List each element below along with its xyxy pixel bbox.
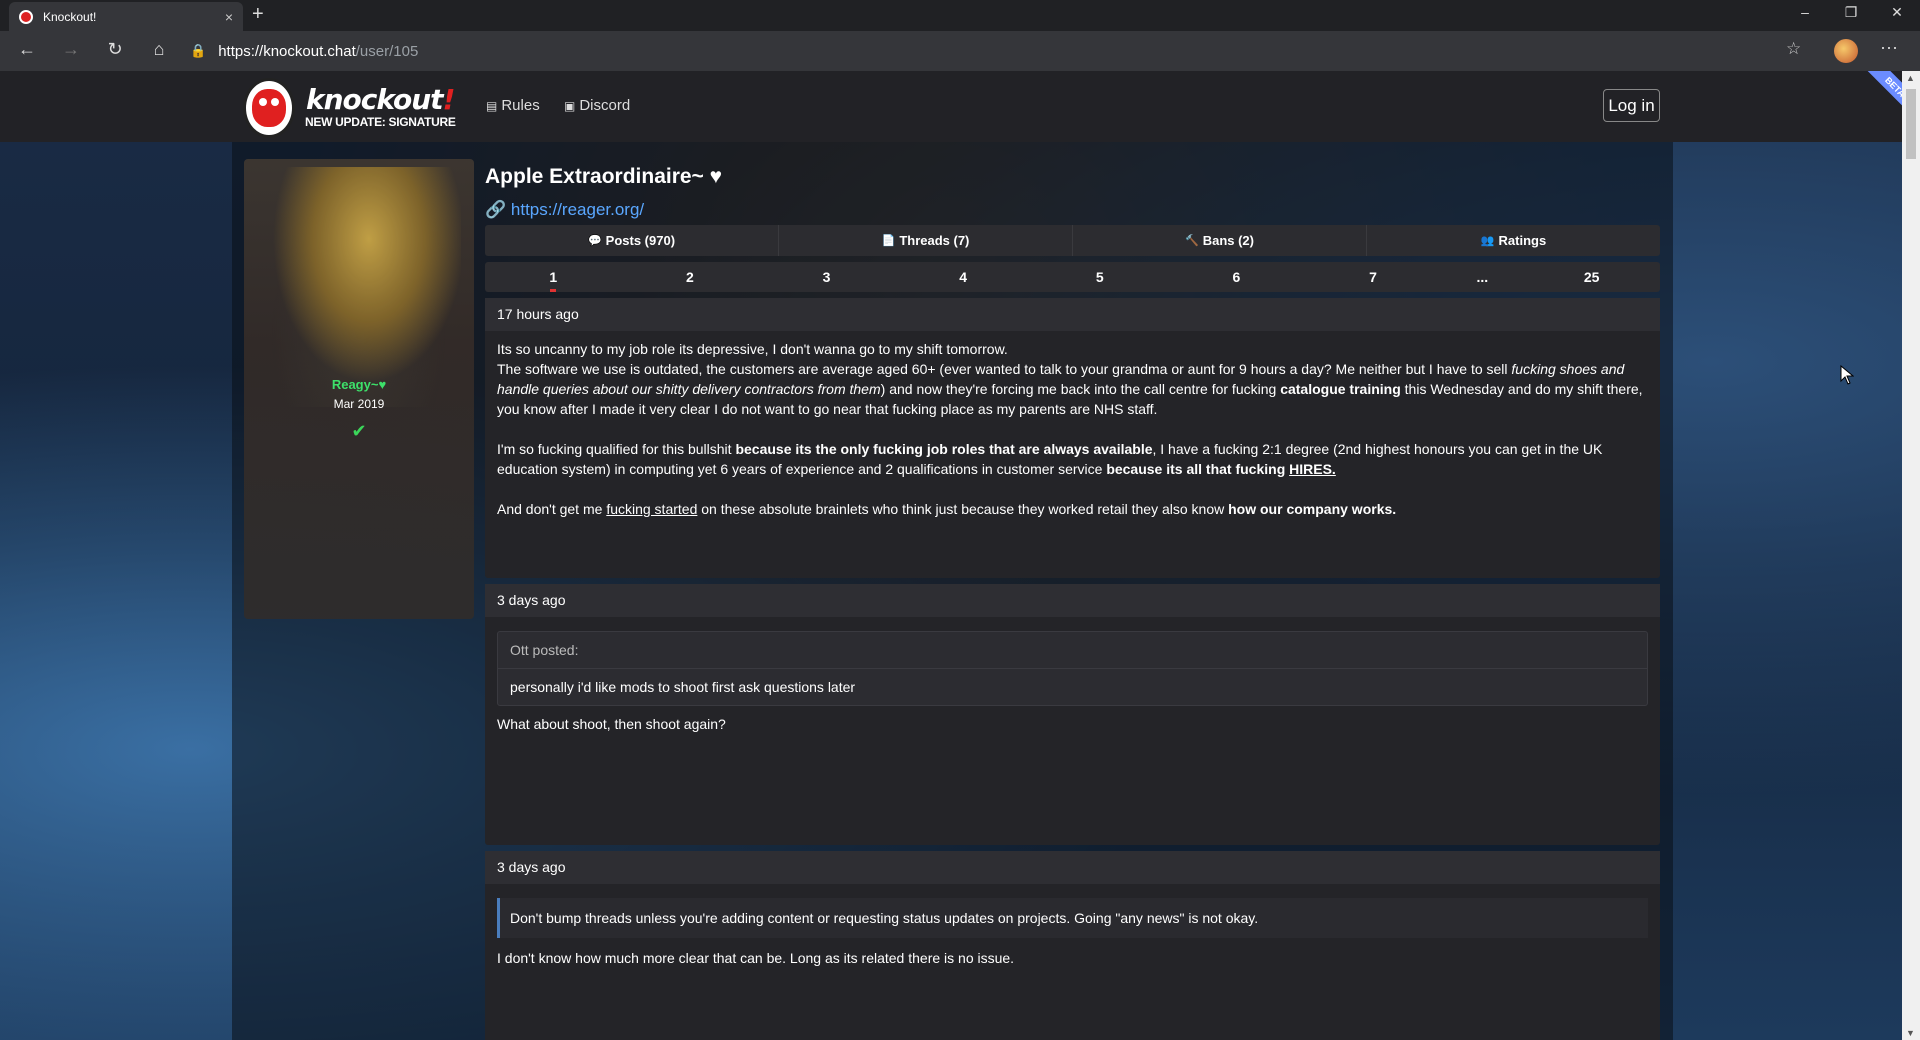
- back-button[interactable]: ←: [12, 39, 42, 60]
- profile-username: Reagy~♥: [331, 377, 387, 392]
- post-timestamp: 3 days ago: [485, 851, 1660, 884]
- close-tab-icon[interactable]: ×: [225, 9, 233, 25]
- tab-bans[interactable]: 🔨 Bans (2): [1073, 225, 1367, 256]
- lock-icon: 🔒: [190, 43, 207, 58]
- browser-toolbar: ← → ↻ ⌂ 🔒 https://knockout.chat /user/10…: [0, 31, 1920, 71]
- site-header: knockout! NEW UPDATE: SIGNATURE ▤ Rules …: [0, 71, 1902, 142]
- menu-more-icon[interactable]: ···: [1880, 37, 1898, 58]
- post: 3 days ago Don't bump threads unless you…: [485, 851, 1660, 1040]
- link-icon: 🔗: [485, 200, 507, 219]
- page-7[interactable]: 7: [1305, 262, 1442, 292]
- tab-threads[interactable]: 📄 Threads (7): [779, 225, 1073, 256]
- page-scrollbar[interactable]: ▲ ▼: [1902, 71, 1920, 1040]
- profile-main: Apple Extraordinaire~ ♥ 🔗 https://reager…: [485, 159, 1660, 1040]
- site-logo-text[interactable]: knockout!: [306, 83, 455, 116]
- profile-tabs: 💬 Posts (970) 📄 Threads (7) 🔨 Bans (2) 👥…: [485, 225, 1660, 256]
- beta-ribbon: BETA: [1861, 71, 1902, 121]
- post-text: What about shoot, then shoot again?: [497, 716, 726, 732]
- new-tab-button[interactable]: +: [252, 3, 264, 26]
- post-text: I don't know how much more clear that ca…: [497, 950, 1015, 966]
- book-icon: ▤: [486, 98, 498, 113]
- blockquote: Don't bump threads unless you're adding …: [497, 898, 1648, 938]
- scrollbar-thumb[interactable]: [1906, 89, 1916, 159]
- comment-icon: 💬: [587, 235, 602, 247]
- browser-tab[interactable]: Knockout! ×: [9, 2, 243, 31]
- url-host: https://knockout.chat: [218, 42, 356, 60]
- page-25[interactable]: 25: [1523, 262, 1660, 292]
- page-ellipsis: ...: [1476, 269, 1489, 285]
- post-timestamp: 3 days ago: [485, 584, 1660, 617]
- post-body: Don't bump threads unless you're adding …: [485, 884, 1660, 980]
- home-button[interactable]: ⌂: [144, 39, 174, 60]
- post-body: Its so uncanny to my job role its depres…: [497, 341, 1643, 517]
- post: 3 days ago Ott posted: personally i'd li…: [485, 584, 1660, 845]
- site-tagline: NEW UPDATE: SIGNATURE: [305, 115, 456, 129]
- post-link[interactable]: fucking started: [606, 501, 697, 517]
- quoted-post: Ott posted: personally i'd like mods to …: [497, 631, 1648, 706]
- tab-posts[interactable]: 💬 Posts (970): [485, 225, 779, 256]
- knockout-favicon-icon: [19, 9, 33, 24]
- address-bar[interactable]: 🔒 https://knockout.chat /user/105: [190, 37, 1805, 65]
- scroll-up-icon[interactable]: ▲: [1906, 73, 1915, 83]
- knockout-logo-icon[interactable]: [243, 78, 295, 138]
- tab-ratings[interactable]: 👥 Ratings: [1367, 225, 1660, 256]
- file-icon: 📄: [881, 235, 896, 247]
- tab-title: Knockout!: [43, 9, 97, 24]
- profile-website-link[interactable]: 🔗 https://reager.org/: [485, 195, 1660, 225]
- reload-button[interactable]: ↻: [100, 39, 130, 60]
- bookmark-star-icon[interactable]: ☆: [1786, 39, 1801, 59]
- page-2[interactable]: 2: [622, 262, 759, 292]
- profile-join-date: Mar 2019: [333, 397, 385, 411]
- profile-title: Apple Extraordinaire~ ♥: [485, 165, 723, 188]
- page-6[interactable]: 6: [1168, 262, 1305, 292]
- users-icon: 👥: [1480, 235, 1495, 247]
- scroll-down-icon[interactable]: ▼: [1906, 1028, 1915, 1038]
- page-3[interactable]: 3: [758, 262, 895, 292]
- page-1[interactable]: 1: [485, 262, 622, 292]
- user-avatar: [256, 167, 461, 407]
- page-viewport: knockout! NEW UPDATE: SIGNATURE ▤ Rules …: [0, 71, 1902, 1040]
- hammer-icon: 🔨: [1185, 235, 1199, 247]
- post: 17 hours ago Its so uncanny to my job ro…: [485, 298, 1660, 578]
- nav-discord-link[interactable]: ▣ Discord: [564, 97, 630, 114]
- post-timestamp: 17 hours ago: [485, 298, 1660, 331]
- profile-card: Reagy~♥ Mar 2019 ✔: [244, 159, 474, 619]
- login-button[interactable]: Log in: [1603, 89, 1660, 122]
- close-window-button[interactable]: ✕: [1874, 4, 1920, 21]
- chat-icon: ▣: [564, 98, 576, 113]
- url-path: /user/105: [355, 42, 419, 60]
- minimize-button[interactable]: –: [1782, 4, 1828, 20]
- post-body: Ott posted: personally i'd like mods to …: [485, 617, 1660, 746]
- forward-button[interactable]: →: [56, 39, 86, 60]
- quote-body: personally i'd like mods to shoot first …: [510, 679, 856, 695]
- page-4[interactable]: 4: [895, 262, 1032, 292]
- nav-rules-link[interactable]: ▤ Rules: [486, 97, 540, 114]
- profile-avatar[interactable]: [1834, 39, 1858, 63]
- restore-button[interactable]: ❐: [1828, 4, 1874, 21]
- quote-author[interactable]: Ott posted:: [498, 632, 1647, 669]
- page-5[interactable]: 5: [1032, 262, 1169, 292]
- browser-tabstrip: Knockout! × + – ❐ ✕: [0, 0, 1920, 31]
- pagination: 1 2 3 4 5 6 7 ... 25: [485, 262, 1660, 292]
- verified-check-icon: ✔: [351, 421, 367, 441]
